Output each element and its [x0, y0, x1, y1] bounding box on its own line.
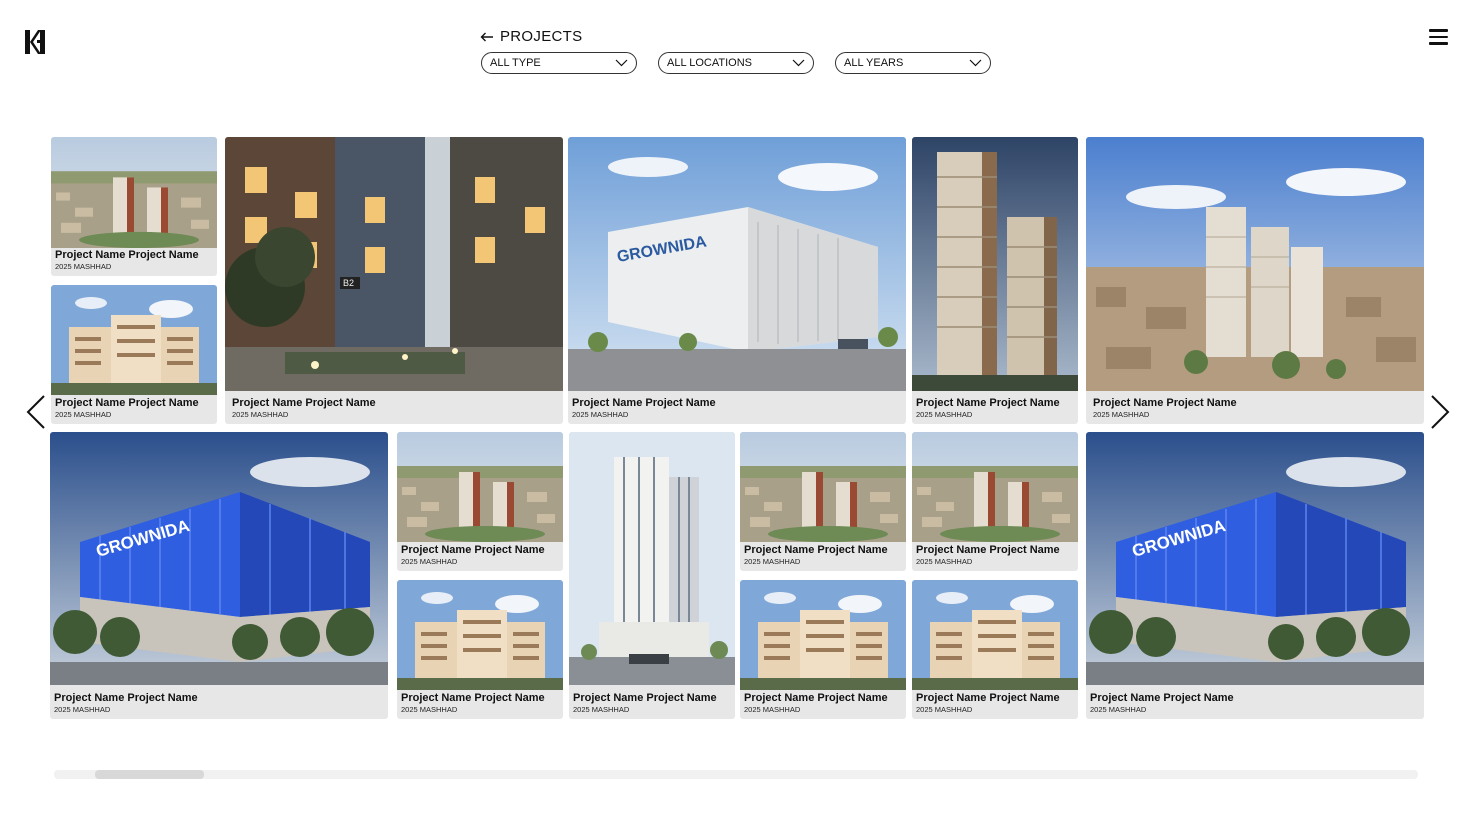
chevron-down-icon [615, 59, 628, 67]
project-name: Project Name Project Name [744, 692, 888, 704]
project-image [740, 580, 906, 690]
project-image [1086, 137, 1424, 391]
type-filter-value: ALL TYPE [490, 57, 541, 69]
project-card[interactable]: Project Name Project Name 2025 MASHHAD [569, 432, 735, 719]
project-image [912, 432, 1078, 542]
project-meta: 2025 MASHHAD [55, 262, 112, 271]
project-image [51, 285, 217, 395]
arrow-left-icon [480, 32, 493, 41]
back-to-projects-link[interactable]: PROJECTS [480, 28, 582, 45]
chevron-down-icon [969, 59, 982, 67]
project-name: Project Name Project Name [572, 397, 716, 409]
project-meta: 2025 MASHHAD [232, 410, 289, 419]
svg-text:B2: B2 [343, 278, 354, 288]
project-image [397, 580, 563, 690]
scrollbar-thumb[interactable] [94, 770, 205, 779]
project-name: Project Name Project Name [916, 544, 1060, 556]
project-card[interactable]: Project Name Project Name 2025 MASHHAD [397, 432, 563, 571]
project-image: GROWNIDA [1086, 432, 1424, 685]
project-name: Project Name Project Name [55, 249, 199, 261]
hamburger-menu-icon[interactable] [1429, 29, 1448, 45]
chevron-left-icon [26, 395, 45, 429]
prev-arrow-button[interactable] [24, 395, 48, 429]
project-name: Project Name Project Name [1093, 397, 1237, 409]
next-arrow-button[interactable] [1428, 395, 1452, 429]
project-name: Project Name Project Name [916, 397, 1060, 409]
project-name: Project Name Project Name [573, 692, 717, 704]
project-image [912, 137, 1078, 391]
project-card[interactable]: Project Name Project Name 2025 MASHHAD [1086, 137, 1424, 424]
project-name: Project Name Project Name [401, 692, 545, 704]
project-image [51, 137, 217, 248]
project-card[interactable]: Project Name Project Name 2025 MASHHAD [740, 432, 906, 571]
project-card[interactable]: Project Name Project Name 2025 MASHHAD [912, 432, 1078, 571]
project-card[interactable]: Project Name Project Name 2025 MASHHAD [740, 580, 906, 719]
chevron-right-icon [1431, 395, 1450, 429]
project-name: Project Name Project Name [1090, 692, 1234, 704]
project-name: Project Name Project Name [744, 544, 888, 556]
project-image [569, 432, 735, 685]
project-meta: 2025 MASHHAD [916, 557, 973, 566]
project-name: Project Name Project Name [401, 544, 545, 556]
project-meta: 2025 MASHHAD [573, 705, 630, 714]
year-filter-value: ALL YEARS [844, 57, 904, 69]
project-card[interactable]: Project Name Project Name 2025 MASHHAD [397, 580, 563, 719]
project-card[interactable]: Project Name Project Name 2025 MASHHAD [51, 137, 217, 276]
project-name: Project Name Project Name [916, 692, 1060, 704]
location-filter-select[interactable]: ALL LOCATIONS [658, 52, 814, 74]
project-meta: 2025 MASHHAD [916, 705, 973, 714]
chevron-down-icon [792, 59, 805, 67]
project-card[interactable]: GROWNIDA Project Name Project Name 2025 M… [568, 137, 906, 424]
brand-logo[interactable] [25, 29, 46, 55]
project-meta: 2025 MASHHAD [744, 557, 801, 566]
location-filter-value: ALL LOCATIONS [667, 57, 752, 69]
project-meta: 2025 MASHHAD [1090, 705, 1147, 714]
horizontal-scrollbar[interactable] [54, 770, 1418, 779]
project-card[interactable]: GROWNIDA Project Name Project Name 2025 M… [1086, 432, 1424, 719]
project-image: GROWNIDA [50, 432, 388, 685]
project-name: Project Name Project Name [54, 692, 198, 704]
project-meta: 2025 MASHHAD [55, 410, 112, 419]
back-label: PROJECTS [500, 28, 583, 45]
project-meta: 2025 MASHHAD [401, 557, 458, 566]
project-card[interactable]: Project Name Project Name 2025 MASHHAD [912, 580, 1078, 719]
project-image: GROWNIDA [568, 137, 906, 391]
project-card[interactable]: B2 Project Name Project Name 2025 MASHHAD [225, 137, 563, 424]
year-filter-select[interactable]: ALL YEARS [835, 52, 991, 74]
type-filter-select[interactable]: ALL TYPE [481, 52, 637, 74]
project-card[interactable]: Project Name Project Name 2025 MASHHAD [912, 137, 1078, 424]
project-image [397, 432, 563, 542]
project-meta: 2025 MASHHAD [572, 410, 629, 419]
project-image: B2 [225, 137, 563, 391]
project-meta: 2025 MASHHAD [1093, 410, 1150, 419]
project-meta: 2025 MASHHAD [916, 410, 973, 419]
project-meta: 2025 MASHHAD [54, 705, 111, 714]
project-name: Project Name Project Name [232, 397, 376, 409]
project-meta: 2025 MASHHAD [401, 705, 458, 714]
project-image [740, 432, 906, 542]
project-name: Project Name Project Name [55, 397, 199, 409]
project-card[interactable]: GROWNIDA Project Name Project Name 2025 M… [50, 432, 388, 719]
project-meta: 2025 MASHHAD [744, 705, 801, 714]
project-image [912, 580, 1078, 690]
project-card[interactable]: Project Name Project Name 2025 MASHHAD [51, 285, 217, 424]
